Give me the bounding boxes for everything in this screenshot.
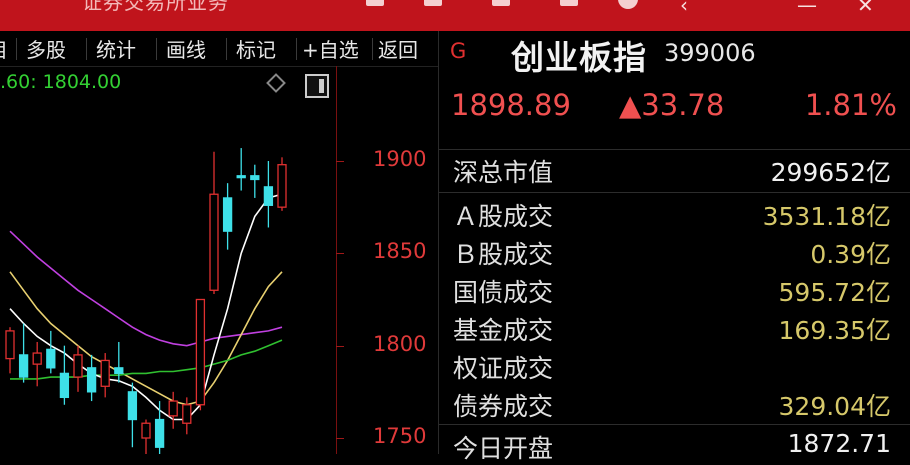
index-name: 创业板指 <box>511 38 647 77</box>
candle-down <box>86 367 97 393</box>
stat-label: Ｂ股成交 <box>453 240 554 269</box>
last-price: 1898.89 <box>451 88 571 122</box>
stat-label: 权证成交 <box>453 354 554 383</box>
stat-value: 3531.18亿 <box>762 202 891 231</box>
y-tick-mark <box>336 438 344 439</box>
stat-label: Ａ股成交 <box>453 202 554 231</box>
y-tick-mark <box>336 161 344 162</box>
index-code: 399006 <box>664 39 756 67</box>
candle-up <box>182 404 192 424</box>
candle-down <box>154 418 165 448</box>
stat-value: 0.39亿 <box>810 240 891 269</box>
price-change-percent: 1.81% <box>804 88 897 122</box>
back-arrow-icon[interactable]: ‹ <box>680 0 688 17</box>
gear-icon[interactable] <box>618 0 638 9</box>
stat-label: 深总市值 <box>453 158 554 187</box>
candle-up <box>5 330 15 360</box>
cube-icon[interactable] <box>492 0 510 6</box>
stat-value: 169.35亿 <box>778 316 891 345</box>
y-tick-mark <box>336 253 344 254</box>
stat-label: 债券成交 <box>453 392 554 421</box>
candle-down <box>250 175 260 181</box>
candle-up <box>73 354 83 378</box>
divider <box>439 149 910 150</box>
candle-down <box>46 348 56 369</box>
candle-down <box>114 367 124 375</box>
ma20-line <box>9 230 283 347</box>
stat-label: 国债成交 <box>453 278 554 307</box>
candle-down <box>236 175 246 179</box>
quote-panel: G 创业板指 399006 1898.89 ▲33.78 1.81% 深总市值 … <box>438 31 910 463</box>
stat-label: 今日开盘 <box>453 434 554 463</box>
y-tick-label: 1750 <box>373 424 427 448</box>
note-icon[interactable] <box>560 0 578 6</box>
candle-down <box>59 372 70 399</box>
y-tick-mark <box>336 346 344 347</box>
divider <box>439 424 910 425</box>
g-badge: G <box>450 39 467 63</box>
stat-value: 329.04亿 <box>778 392 891 421</box>
candle-down <box>222 197 233 232</box>
candle-down <box>18 354 29 378</box>
y-tick-label: 1800 <box>373 332 427 356</box>
divider <box>439 192 910 193</box>
y-tick-label: 1900 <box>373 147 427 171</box>
candlestick-plot <box>5 148 287 454</box>
candle-down <box>127 391 138 421</box>
price-change: ▲33.78 <box>619 88 725 122</box>
candle-up <box>141 422 151 439</box>
candle-down <box>263 186 274 206</box>
stat-label: 基金成交 <box>453 316 554 345</box>
price-axis-line <box>336 66 337 454</box>
stat-value: 299652亿 <box>770 158 891 187</box>
minimize-icon[interactable]: — <box>797 0 817 17</box>
candle-up <box>209 193 219 291</box>
close-icon[interactable]: ✕ <box>857 0 874 17</box>
candle-up <box>32 352 42 365</box>
candle-up <box>168 400 178 417</box>
candle-up <box>277 164 287 208</box>
y-tick-label: 1850 <box>373 239 427 263</box>
stat-value: 595.72亿 <box>778 278 891 307</box>
candle-up <box>195 298 206 406</box>
candle-up <box>100 359 110 387</box>
